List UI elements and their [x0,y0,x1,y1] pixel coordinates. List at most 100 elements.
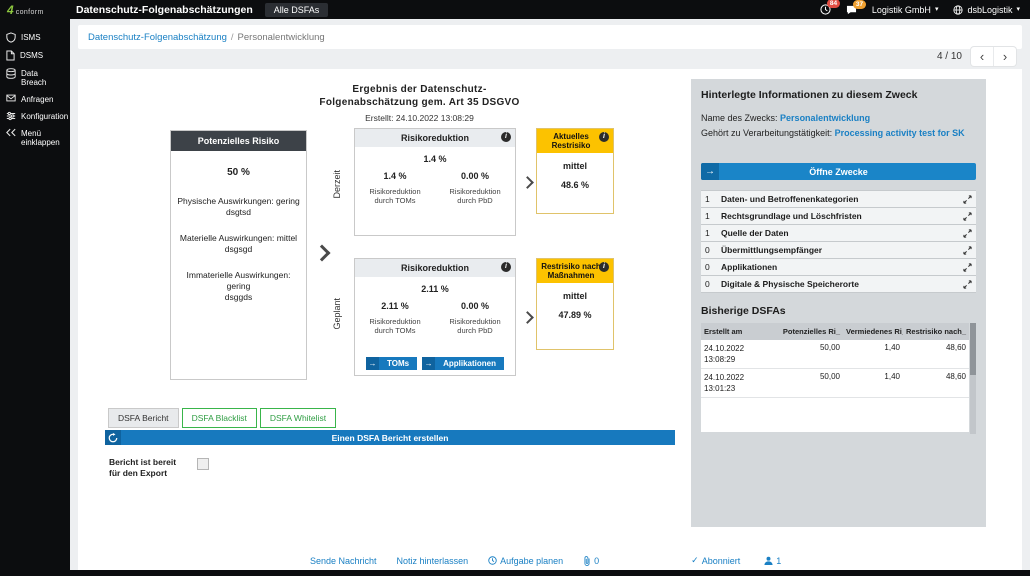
pbd-reduction-label: Risikoreduktion durch PbD [439,317,511,335]
pbd-reduction-value: 0.00 % [439,171,511,181]
sidebar-item-konfiguration[interactable]: Konfiguration [0,108,70,125]
expand-icon[interactable] [960,246,972,255]
scrollbar-thumb[interactable] [970,323,976,375]
category-row-data-categories[interactable]: 1 Daten- und Betroffenenkategorien [701,191,976,208]
risk-impact-line: Physische Auswirkungen: gering [177,196,300,207]
residual-risk-header: Aktuelles Restrisiko i [537,129,613,153]
tab-dsfa-whitelist[interactable]: DSFA Whitelist [260,408,336,428]
sidebar-item-anfragen[interactable]: Anfragen [0,91,70,108]
send-message-link[interactable]: Sende Nachricht [310,556,377,566]
footer-left: Sende Nachricht Notiz hinterlassen Aufga… [310,556,599,566]
arrow-right-icon: → [701,163,719,180]
sidebar-item-isms[interactable]: ISMS [0,29,70,47]
pager-next-button[interactable]: › [994,47,1016,66]
paperclip-icon [583,556,591,566]
watchers-link[interactable]: 1 [764,555,781,566]
messages-button[interactable]: 37 [846,5,857,15]
history-table: Erstellt am Potenzielles Ri_ Vermiedenes… [701,323,969,398]
tab-dsfa-blacklist[interactable]: DSFA Blacklist [182,408,257,428]
info-icon[interactable]: i [599,132,609,142]
expand-icon[interactable] [960,212,972,221]
export-ready-label: Bericht ist bereit für den Export [109,457,181,479]
residual-risk-title: Restrisiko nach Maßnahmen [541,262,601,280]
expand-icon[interactable] [960,263,972,272]
residual-risk-header: Restrisiko nach Maßnahmen i [537,259,613,283]
cell-residual: 48,60 [903,369,969,398]
report-panel: Einen DSFA Bericht erstellen Bericht ist… [105,430,675,491]
category-row-data-source[interactable]: 1 Quelle der Daten [701,225,976,242]
row-label-geplant: Geplant [330,264,344,364]
arrow-right-icon: → [422,357,435,370]
purpose-name-link[interactable]: Personalentwicklung [780,113,870,123]
create-report-label: Einen DSFA Bericht erstellen [105,433,675,443]
logo-text: conform [16,9,44,16]
info-icon[interactable]: i [501,132,511,142]
subscribed-toggle[interactable]: ✓ Abonniert [691,555,740,566]
risk-reduction-title: Risikoreduktion [401,263,469,273]
sidebar: ISMS DSMS Data Breach Anfragen Konfigura… [0,19,70,576]
notifications-button[interactable]: 84 [820,4,831,15]
info-icon[interactable]: i [599,262,609,272]
category-list: 1 Daten- und Betroffenenkategorien 1 Rec… [701,190,976,293]
user-menu[interactable]: dsbLogistik ▾ [953,5,1020,15]
bottom-strip [0,570,1030,576]
sidebar-collapse-button[interactable]: Menü einklappen [0,125,70,151]
residual-risk-level: mittel [537,291,613,301]
row-label-derzeit: Derzeit [330,134,344,234]
expand-icon[interactable] [960,195,972,204]
database-icon [6,69,16,79]
all-dsfas-button[interactable]: Alle DSFAs [265,3,329,17]
attachments-link[interactable]: 0 [583,556,599,566]
pager-prev-button[interactable]: ‹ [971,47,994,66]
company-menu[interactable]: Logistik GmbH ▾ [872,5,939,15]
category-row-storage-locations[interactable]: 0 Digitale & Physische Speicherorte [701,276,976,293]
col-restrisiko[interactable]: Restrisiko nach_ [903,323,969,340]
breadcrumb-parent-link[interactable]: Datenschutz-Folgenabschätzung [88,32,227,43]
category-row-recipients[interactable]: 0 Übermittlungsempfänger [701,242,976,259]
col-vermiedenes-risiko[interactable]: Vermiedenes Ri_ [843,323,903,340]
category-row-applications[interactable]: 0 Applikationen [701,259,976,276]
footer-right: ✓ Abonniert 1 [691,555,781,566]
col-potenzielles-risiko[interactable]: Potenzielles Ri_ [779,323,843,340]
toms-reduction-label: Risikoreduktion durch TOMs [359,317,431,335]
history-row[interactable]: 24.10.2022 13:01:23 50,00 1,40 48,60 [701,369,969,398]
pager-label: 4 / 10 [937,51,962,62]
risk-reduction-title: Risikoreduktion [401,133,469,143]
cell-residual: 48,60 [903,340,969,369]
create-report-bar[interactable]: Einen DSFA Bericht erstellen [105,430,675,445]
history-row[interactable]: 24.10.2022 13:08:29 50,00 1,40 48,60 [701,340,969,369]
expand-icon[interactable] [960,280,972,289]
leave-note-link[interactable]: Notiz hinterlassen [397,556,469,566]
category-row-legal-basis[interactable]: 1 Rechtsgrundlage und Löschfristen [701,208,976,225]
scrollbar[interactable] [970,323,976,434]
plan-task-link[interactable]: Aufgabe planen [488,556,563,566]
sidebar-item-data-breach[interactable]: Data Breach [0,65,70,91]
info-icon[interactable]: i [501,262,511,272]
reduction-total-value: 1.4 % [355,154,515,164]
refresh-icon[interactable] [105,430,121,445]
pbd-reduction-label: Risikoreduktion durch PbD [439,187,511,205]
applications-button[interactable]: → Applikationen [422,357,504,370]
col-erstellt-am[interactable]: Erstellt am [701,323,779,340]
risk-impact-detail: dsgsgd [177,244,300,255]
app-logo[interactable]: 4 conform [0,4,70,16]
report-body: Bericht ist bereit für den Export [105,445,675,491]
sidebar-item-dsms[interactable]: DSMS [0,47,70,65]
toms-button[interactable]: → TOMs [366,357,417,370]
history-table-wrap: Erstellt am Potenzielles Ri_ Vermiedenes… [701,323,976,432]
expand-icon[interactable] [960,229,972,238]
processing-activity-link[interactable]: Processing activity test for SK [835,128,965,138]
open-purpose-button[interactable]: → Öffne Zwecke [701,163,976,180]
breadcrumb-separator: / [231,32,234,43]
cell-potential: 50,00 [779,340,843,369]
tab-dsfa-bericht[interactable]: DSFA Bericht [108,408,179,428]
residual-risk-value: 48.6 % [537,180,613,190]
result-title-line2: Folgenabschätzung gem. Art 35 DSGVO [148,96,691,109]
processing-activity-label: Gehört zu Verarbeitungstätigkeit: [701,128,832,138]
history-header-row: Erstellt am Potenzielles Ri_ Vermiedenes… [701,323,969,340]
sidebar-item-label: Anfragen [21,95,53,104]
planned-residual-risk-box: Restrisiko nach Maßnahmen i mittel 47.89… [536,258,614,350]
category-label: Digitale & Physische Speicherorte [721,279,960,289]
export-ready-checkbox[interactable] [197,458,209,470]
logo-mark: 4 [7,4,14,16]
